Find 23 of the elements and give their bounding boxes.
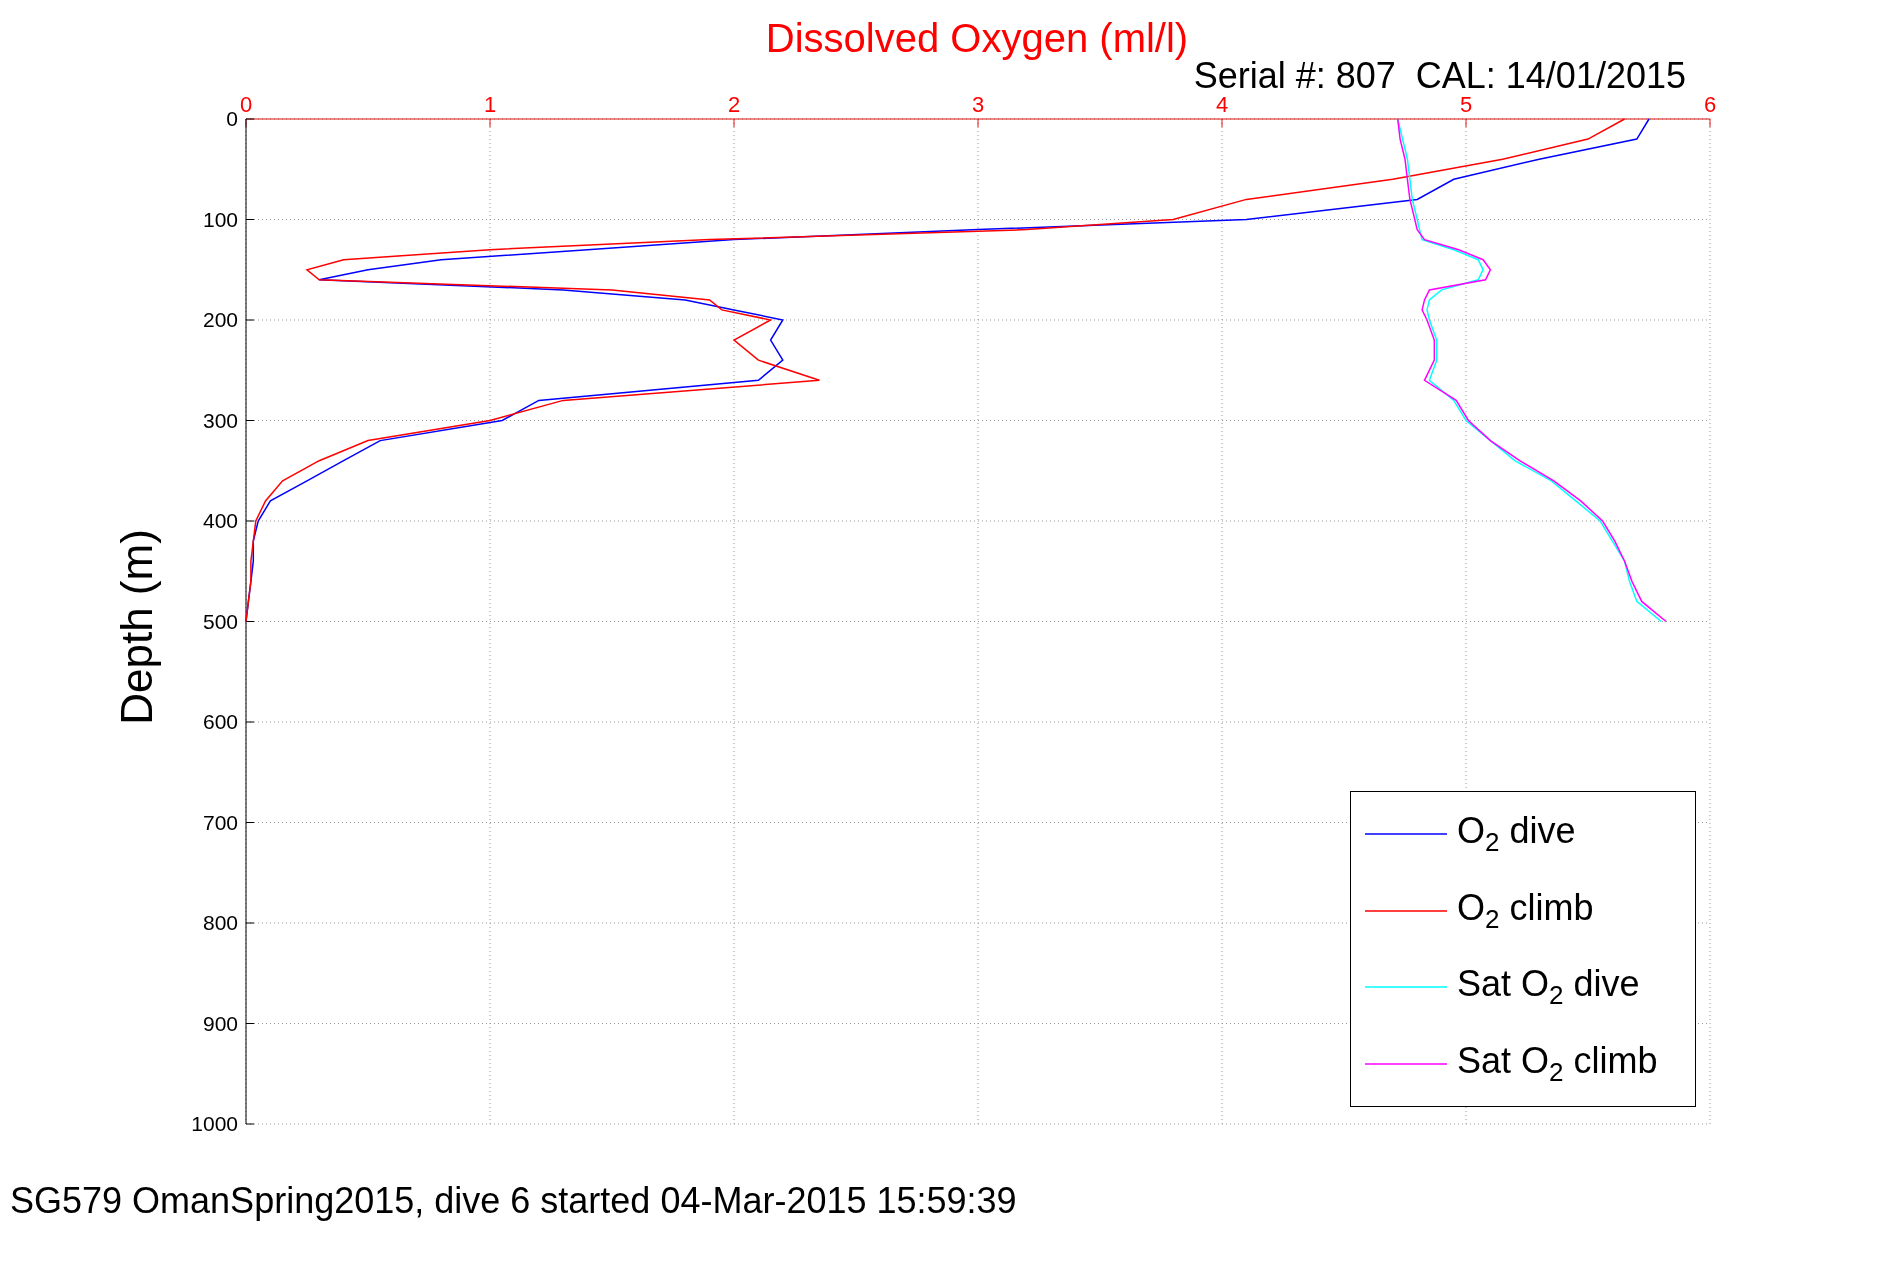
tick-label: 200 xyxy=(202,308,238,331)
tick-label: 1 xyxy=(483,92,497,117)
legend-label: Sat O$_{2}$ climb xyxy=(1457,1039,1658,1088)
tick-label: 600 xyxy=(202,710,238,733)
tick-label: 2 xyxy=(727,92,741,117)
legend-label: O$_{2}$ dive xyxy=(1457,810,1576,859)
axis-label: Depth (m) xyxy=(112,529,161,725)
footer-caption: SG579 OmanSpring2015, dive 6 started 04-Mar-2015 15:59:39 xyxy=(9,1180,1018,1222)
tick-label: 900 xyxy=(202,1011,238,1035)
tick-label: 3 xyxy=(971,92,985,117)
tick-label: 100 xyxy=(202,207,238,231)
tick-label: 6 xyxy=(1703,92,1717,117)
tick-label: 800 xyxy=(202,911,238,934)
legend-label: O$_{2}$ climb xyxy=(1457,886,1594,935)
chart-title: Dissolved Oxygen (ml/l) xyxy=(765,16,1189,60)
tick-label: 0 xyxy=(239,92,253,117)
tick-label: 700 xyxy=(202,810,238,834)
tick-label: 400 xyxy=(202,509,238,532)
tick-label: 300 xyxy=(202,408,238,432)
tick-label: 0 xyxy=(226,107,238,130)
tick-label: 500 xyxy=(202,609,238,633)
legend-label: Sat O$_{2}$ dive xyxy=(1457,963,1640,1012)
tick-label: 1000 xyxy=(191,1112,238,1135)
